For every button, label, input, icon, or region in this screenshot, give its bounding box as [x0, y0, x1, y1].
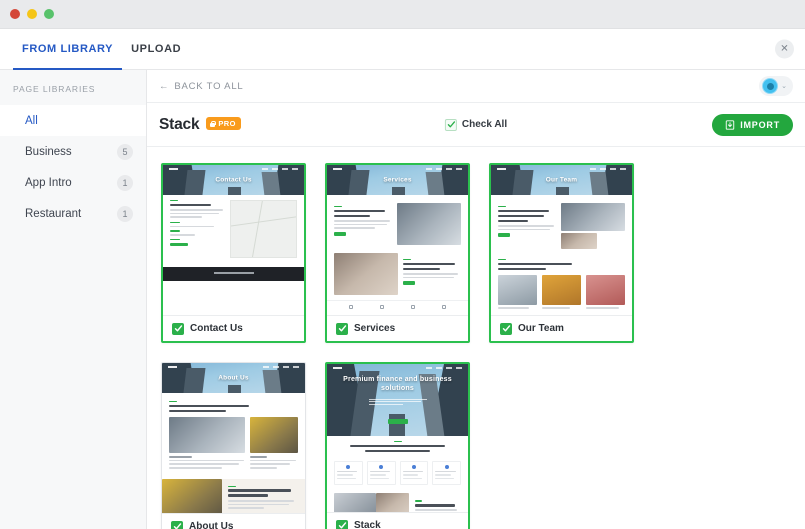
- card-label: Our Team: [518, 323, 564, 334]
- chevron-down-icon: ⌄: [781, 83, 787, 90]
- mock-hero: Our Team: [491, 165, 632, 195]
- sidebar-item-app-intro-label: App Intro: [25, 176, 72, 189]
- card-footer: Contact Us: [163, 315, 304, 341]
- window-close-dot[interactable]: [10, 9, 20, 19]
- template-card-about-us[interactable]: About Us About Us: [161, 362, 306, 529]
- card-checkbox[interactable]: [500, 322, 512, 335]
- template-grid-scroll[interactable]: Contact Us Contact Us Services Services …: [147, 147, 805, 529]
- pro-badge-label: PRO: [218, 119, 236, 128]
- mock-hero-title: Our Team: [545, 176, 578, 184]
- tab-upload[interactable]: UPLOAD: [122, 29, 190, 69]
- library-toolbar: Stack PRO Check All IMPORT: [147, 103, 805, 147]
- page-library-modal: FROM LIBRARY UPLOAD ✕ PAGE LIBRARIES All…: [0, 0, 805, 529]
- modal-body: PAGE LIBRARIES All Business 5 App Intro …: [0, 70, 805, 529]
- sidebar-item-restaurant[interactable]: Restaurant 1: [0, 198, 146, 229]
- mock-icon-row: [327, 300, 468, 314]
- card-label: About Us: [189, 521, 234, 529]
- checkmark-icon: [174, 325, 182, 332]
- lock-icon: [210, 120, 217, 127]
- sidebar-item-app-intro[interactable]: App Intro 1: [0, 167, 146, 198]
- template-thumbnail: Services: [327, 165, 468, 315]
- checkmark-icon: [447, 121, 455, 128]
- check-all-control[interactable]: Check All: [444, 118, 508, 131]
- sidebar-item-app-intro-count: 1: [117, 174, 133, 191]
- back-to-all-label: BACK TO ALL: [174, 80, 244, 92]
- breadcrumb: ← BACK TO ALL ⌄: [147, 70, 805, 103]
- sidebar-item-all-label: All: [25, 114, 38, 127]
- window-titlebar: [0, 0, 805, 29]
- checkmark-icon: [173, 523, 181, 529]
- mock-footer: [163, 267, 304, 281]
- card-label: Services: [354, 323, 396, 334]
- check-all-label: Check All: [461, 119, 508, 130]
- card-checkbox[interactable]: [171, 520, 183, 529]
- sidebar-heading: PAGE LIBRARIES: [13, 84, 96, 94]
- back-arrow-icon: ←: [159, 80, 170, 92]
- main-panel: ← BACK TO ALL ⌄ Stack PRO Check All IMPO…: [147, 70, 805, 529]
- user-menu[interactable]: ⌄: [759, 76, 793, 96]
- template-card-stack[interactable]: Premium finance and business solutions S…: [325, 362, 470, 529]
- card-footer: Services: [327, 315, 468, 341]
- card-label: Stack: [354, 520, 381, 529]
- card-checkbox[interactable]: [336, 519, 348, 529]
- sidebar-item-restaurant-count: 1: [117, 205, 133, 222]
- checkmark-icon: [338, 325, 346, 332]
- user-avatar-icon: [762, 78, 779, 94]
- checkmark-icon: [338, 522, 346, 529]
- sidebar: PAGE LIBRARIES All Business 5 App Intro …: [0, 70, 147, 529]
- mock-feature-row: [327, 457, 468, 490]
- mock-hero-title: About Us: [218, 374, 249, 382]
- import-button[interactable]: IMPORT: [712, 113, 793, 136]
- mock-hero-title: Contact Us: [215, 176, 252, 184]
- card-checkbox[interactable]: [336, 322, 348, 335]
- sidebar-item-restaurant-label: Restaurant: [25, 207, 82, 220]
- sidebar-item-business-label: Business: [25, 145, 72, 158]
- tab-from-library-label: FROM LIBRARY: [22, 43, 114, 55]
- back-to-all-button[interactable]: ← BACK TO ALL: [159, 81, 244, 92]
- mock-hero-title: Services: [383, 176, 412, 184]
- mock-hero: Services: [327, 165, 468, 195]
- template-card-services[interactable]: Services Services: [325, 163, 470, 343]
- mock-hero-cta: [387, 419, 408, 424]
- mock-hero-title: Premium finance and business solutions: [343, 376, 452, 393]
- close-glyph: ✕: [780, 43, 789, 54]
- template-thumbnail: Our Team: [491, 165, 632, 315]
- import-button-label: IMPORT: [740, 119, 780, 130]
- close-icon[interactable]: ✕: [775, 39, 794, 59]
- sidebar-item-business[interactable]: Business 5: [0, 136, 146, 167]
- window-minimize-dot[interactable]: [27, 9, 37, 19]
- card-footer: Our Team: [491, 315, 632, 341]
- card-footer: Stack: [327, 512, 468, 529]
- mock-hero: Premium finance and business solutions: [327, 364, 468, 436]
- modal-tabbar: FROM LIBRARY UPLOAD ✕: [0, 29, 805, 70]
- template-thumbnail: About Us: [162, 363, 305, 513]
- card-footer: About Us: [162, 513, 305, 529]
- pro-badge: PRO: [206, 117, 241, 130]
- sidebar-item-business-count: 5: [117, 143, 133, 160]
- card-label: Contact Us: [190, 323, 243, 334]
- page-title: Stack: [159, 115, 200, 133]
- sidebar-item-all[interactable]: All: [0, 105, 146, 136]
- mock-hero: Contact Us: [163, 165, 304, 195]
- template-thumbnail: Contact Us: [163, 165, 304, 315]
- mock-hero: About Us: [162, 363, 305, 393]
- template-card-contact-us[interactable]: Contact Us Contact Us: [161, 163, 306, 343]
- tab-upload-label: UPLOAD: [131, 43, 182, 55]
- check-all-checkbox[interactable]: [444, 118, 457, 131]
- template-thumbnail: Premium finance and business solutions: [327, 364, 468, 512]
- tab-from-library[interactable]: FROM LIBRARY: [13, 29, 123, 70]
- checkmark-icon: [502, 325, 510, 332]
- import-icon: [725, 119, 735, 130]
- card-checkbox[interactable]: [172, 322, 184, 335]
- template-card-our-team[interactable]: Our Team Our Team: [489, 163, 634, 343]
- window-maximize-dot[interactable]: [44, 9, 54, 19]
- template-grid: Contact Us Contact Us Services Services …: [147, 163, 805, 529]
